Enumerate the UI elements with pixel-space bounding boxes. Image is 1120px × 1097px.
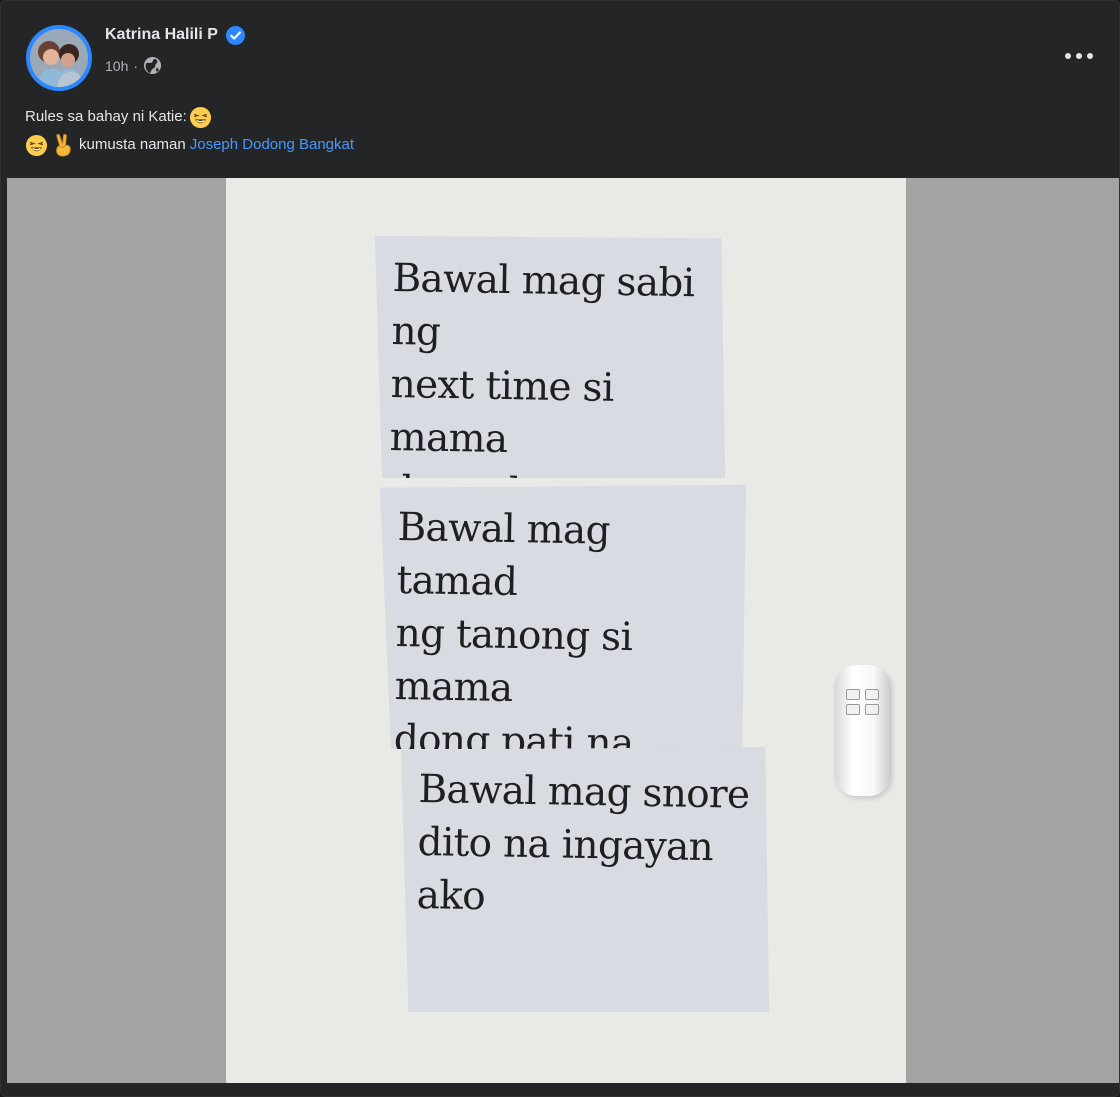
victory-hand-emoji-icon: [56, 133, 71, 157]
caption-text: Rules sa bahay ni Katie:: [25, 108, 187, 125]
more-options-icon: [1065, 53, 1093, 59]
laughing-face-emoji-icon: [189, 106, 211, 128]
handwritten-rule-3: Bawal mag snore dito na ingayan ako: [416, 766, 750, 920]
facebook-post-card: Katrina Halili P 10h · Rules sa bahay ni…: [0, 0, 1120, 1097]
more-options-button[interactable]: [1061, 38, 1097, 74]
post-caption: Rules sa bahay ni Katie: kumusta naman J…: [25, 103, 725, 159]
paper-note-1: Bawal mag sabi ng next time si mama dong…: [375, 236, 725, 478]
remote-button-2: [865, 689, 879, 700]
metadata-separator: ·: [133, 57, 139, 74]
author-name[interactable]: Katrina Halili P: [105, 26, 218, 44]
caption-line-1: Rules sa bahay ni Katie:: [25, 103, 725, 131]
post-header: Katrina Halili P 10h ·: [1, 1, 1119, 101]
post-photo[interactable]: Bawal mag sabi ng next time si mama dong…: [226, 178, 906, 1083]
remote-button-3: [846, 704, 860, 715]
post-metadata: 10h ·: [105, 56, 162, 75]
remote-button-1: [846, 689, 860, 700]
verified-check-icon: [226, 26, 245, 45]
author-avatar[interactable]: [26, 25, 92, 91]
caption-question: kumusta naman: [79, 136, 186, 153]
wall-remote-control: [834, 665, 891, 796]
post-timestamp[interactable]: 10h: [105, 58, 128, 74]
remote-button-4: [865, 704, 879, 715]
globe-icon[interactable]: [143, 56, 162, 75]
caption-line-2: kumusta naman Joseph Dodong Bangkat: [25, 131, 725, 159]
post-footer-edge: [1, 1083, 1119, 1096]
avatar-image: [30, 29, 88, 87]
paper-note-2: Bawal mag tamad ng tanong si mama dong p…: [380, 485, 746, 749]
laughing-face-emoji-icon: [25, 134, 48, 156]
mentioned-user-link[interactable]: Joseph Dodong Bangkat: [190, 131, 354, 159]
paper-note-3: Bawal mag snore dito na ingayan ako: [401, 747, 769, 1012]
